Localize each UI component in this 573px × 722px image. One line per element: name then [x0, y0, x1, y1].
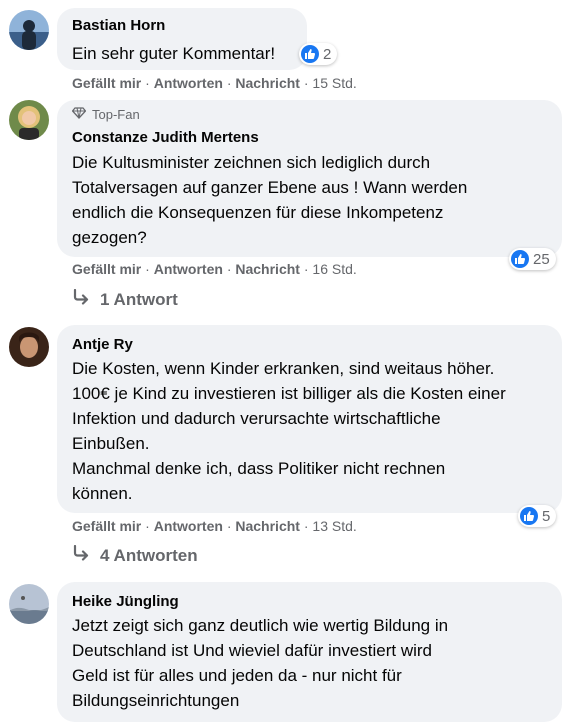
replies-label: 1 Antwort [100, 289, 178, 309]
comment-text: Die Kultusminister zeichnen sich ledigli… [72, 150, 550, 250]
comment-line: Die Kultusminister zeichnen sich ledigli… [72, 153, 431, 172]
reply-arrow-icon [72, 544, 90, 566]
comment-bubble: Antje Ry Die Kosten, wenn Kinder erkrank… [57, 325, 562, 513]
separator: · [303, 518, 309, 534]
reply-button[interactable]: Antworten [154, 75, 223, 91]
comment-actions: Gefällt mir · Antworten · Nachricht · 13… [72, 517, 357, 535]
separator: · [303, 261, 309, 277]
avatar[interactable] [9, 327, 49, 367]
like-count: 2 [323, 45, 332, 63]
comment-line: Infektion und dadurch verursachte wirtsc… [72, 409, 441, 428]
reaction-count[interactable]: 25 [509, 248, 556, 270]
comment-author[interactable]: Constanze Judith Mertens [72, 128, 550, 148]
reply-button[interactable]: Antworten [154, 518, 223, 534]
like-button[interactable]: Gefällt mir [72, 518, 141, 534]
message-button[interactable]: Nachricht [235, 261, 300, 277]
comment-line: können. [72, 484, 133, 503]
timestamp[interactable]: 13 Std. [312, 518, 356, 534]
message-button[interactable]: Nachricht [235, 518, 300, 534]
like-count: 5 [542, 507, 551, 525]
comment-line: endlich die Konsequenzen für diese Inkom… [72, 203, 444, 222]
comment-line: Jetzt zeigt sich ganz deutlich wie werti… [72, 616, 449, 635]
view-replies-link[interactable]: 4 Antworten [72, 544, 198, 566]
comment-bubble: Top-Fan Constanze Judith Mertens Die Kul… [57, 100, 562, 257]
comment-line: Totalversagen auf ganzer Ebene aus ! Wan… [72, 178, 468, 197]
like-button[interactable]: Gefällt mir [72, 261, 141, 277]
diamond-icon [71, 106, 87, 124]
avatar[interactable] [9, 584, 49, 624]
separator: · [226, 261, 232, 277]
comment-line: Deutschland ist Und wieviel dafür invest… [72, 641, 432, 660]
message-button[interactable]: Nachricht [235, 75, 300, 91]
reply-button[interactable]: Antworten [154, 261, 223, 277]
like-count: 25 [533, 250, 550, 268]
comment-line: 100€ je Kind zu investieren ist billiger… [72, 384, 506, 403]
separator: · [303, 75, 309, 91]
comment-bubble: Bastian Horn Ein sehr guter Kommentar! [57, 8, 307, 70]
comment-text: Ein sehr guter Kommentar! [72, 44, 276, 63]
comment-line: Manchmal denke ich, dass Politiker nicht… [72, 459, 446, 478]
comment-text: Jetzt zeigt sich ganz deutlich wie werti… [72, 613, 550, 713]
comment-actions: Gefällt mir · Antworten · Nachricht · 15… [72, 74, 357, 92]
separator: · [226, 75, 232, 91]
like-icon [301, 45, 319, 63]
timestamp[interactable]: 15 Std. [312, 75, 356, 91]
separator: · [145, 75, 150, 91]
comment-bubble: Heike Jüngling Jetzt zeigt sich ganz deu… [57, 582, 562, 722]
view-replies-link[interactable]: 1 Antwort [72, 288, 178, 310]
reaction-count[interactable]: 2 [299, 43, 338, 65]
comment-author[interactable]: Bastian Horn [72, 16, 295, 36]
separator: · [226, 518, 232, 534]
like-icon [520, 507, 538, 525]
timestamp[interactable]: 16 Std. [312, 261, 356, 277]
comment-text: Die Kosten, wenn Kinder erkranken, sind … [72, 356, 550, 506]
reaction-count[interactable]: 5 [518, 505, 557, 527]
reply-arrow-icon [72, 288, 90, 310]
comment-author[interactable]: Heike Jüngling [72, 592, 550, 612]
comment-line: Bildungseinrichtungen [72, 691, 240, 710]
replies-label: 4 Antworten [100, 545, 198, 565]
comment-author[interactable]: Antje Ry [72, 335, 550, 355]
comment-line: Die Kosten, wenn Kinder erkranken, sind … [72, 359, 495, 378]
separator: · [145, 518, 150, 534]
avatar[interactable] [9, 100, 49, 140]
like-button[interactable]: Gefällt mir [72, 75, 141, 91]
comment-line: gezogen? [72, 228, 147, 247]
avatar[interactable] [9, 10, 49, 50]
comment-line: Einbußen. [72, 434, 150, 453]
top-fan-badge: Top-Fan [71, 106, 550, 124]
comment-actions: Gefällt mir · Antworten · Nachricht · 16… [72, 260, 357, 278]
top-fan-label: Top-Fan [92, 107, 140, 122]
separator: · [145, 261, 150, 277]
like-icon [511, 250, 529, 268]
comment-line: Geld ist für alles und jeden da - nur ni… [72, 666, 402, 685]
